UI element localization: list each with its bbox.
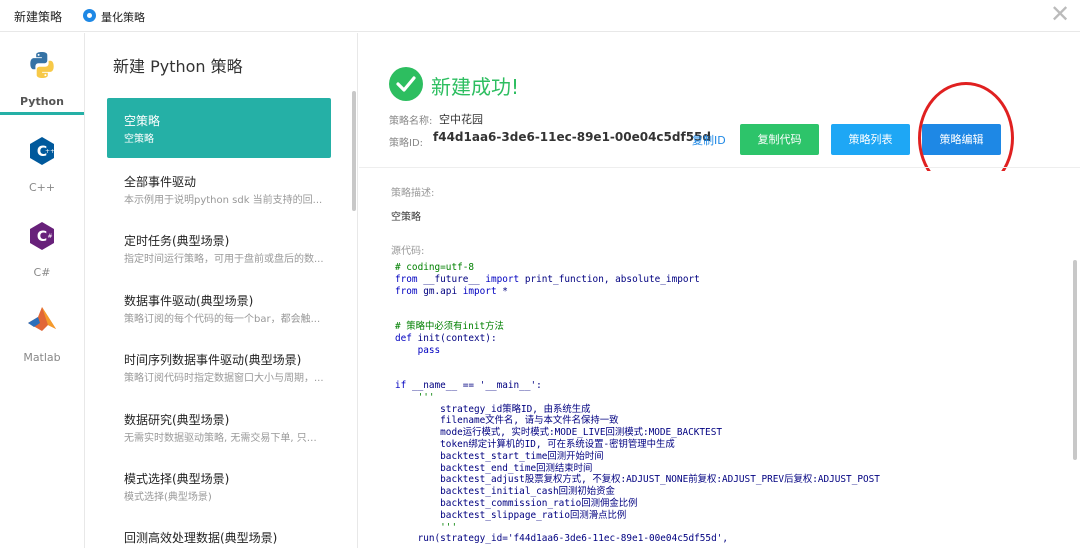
code-line: backtest_end_time回测结束时间 bbox=[395, 462, 593, 474]
code-line: backtest_adjust股票复权方式, 不复权:ADJUST_NONE前复… bbox=[395, 474, 880, 486]
python-icon bbox=[26, 49, 58, 81]
active-lang-indicator bbox=[0, 112, 84, 115]
lang-label-csharp: C# bbox=[33, 266, 51, 279]
strategy-type-radio[interactable] bbox=[83, 9, 96, 22]
copy-id-link[interactable]: 复制ID bbox=[692, 132, 726, 148]
template-name: 时间序列数据事件驱动(典型场景) bbox=[124, 353, 302, 367]
lang-item-python[interactable]: Python bbox=[0, 33, 84, 115]
cpp-icon: C ++ bbox=[26, 135, 58, 167]
code-line: mode运行模式, 实时模式:MODE_LIVE回测模式:MODE_BACKTE… bbox=[395, 427, 722, 439]
lang-label-python: Python bbox=[20, 95, 64, 108]
strategy-name-label: 策略名称: bbox=[389, 116, 433, 127]
template-desc: 本示例用于说明python sdk 当前支持的回... bbox=[124, 195, 323, 206]
template-item[interactable]: 全部事件驱动 本示例用于说明python sdk 当前支持的回... bbox=[107, 159, 331, 219]
template-item[interactable]: 定时任务(典型场景) 指定时间运行策略，可用于盘前或盘后的数... bbox=[107, 218, 331, 278]
template-name: 数据研究(典型场景) bbox=[124, 413, 230, 427]
code-line: # coding=utf-8 bbox=[395, 262, 475, 273]
title-bar: 新建策略 量化策略 ✕ bbox=[0, 0, 1080, 32]
template-name: 空策略 bbox=[124, 114, 161, 128]
code-line: backtest_start_time回测开始时间 bbox=[395, 450, 604, 462]
template-name: 模式选择(典型场景) bbox=[124, 472, 230, 486]
list-scrollbar[interactable] bbox=[352, 91, 356, 211]
template-desc: 指定时间运行策略，可用于盘前或盘后的数... bbox=[124, 254, 324, 265]
description-value: 空策略 bbox=[391, 212, 421, 223]
template-desc: 策略订阅的每个代码的每一个bar，都会触... bbox=[124, 314, 321, 325]
source-code-label: 源代码: bbox=[391, 246, 425, 257]
code-line: from __future__ import print_function, a… bbox=[395, 273, 700, 285]
lang-label-matlab: Matlab bbox=[23, 351, 61, 364]
template-name: 定时任务(典型场景) bbox=[124, 234, 230, 248]
code-line: pass bbox=[417, 344, 441, 356]
lang-item-cpp[interactable]: C ++ C++ bbox=[0, 123, 84, 194]
svg-text:C: C bbox=[37, 229, 47, 245]
strategy-id-label: 策略ID: bbox=[389, 138, 424, 149]
template-item[interactable]: 空策略 空策略 bbox=[107, 98, 331, 158]
check-circle-icon bbox=[389, 67, 423, 101]
language-sidebar: Python C ++ C++ C # C# Matlab bbox=[0, 33, 85, 548]
template-name: 回测高效处理数据(典型场景) bbox=[124, 531, 278, 545]
code-line: if __name__ == '__main__': bbox=[395, 379, 542, 391]
code-line: ''' bbox=[395, 391, 435, 403]
strategy-detail: 策略描述: 空策略 源代码: # coding=utf-8 from __futu… bbox=[359, 171, 1076, 548]
code-line: backtest_initial_cash回测初始资金 bbox=[395, 486, 615, 498]
template-name: 全部事件驱动 bbox=[124, 175, 197, 189]
section-divider bbox=[359, 167, 1080, 168]
svg-text:#: # bbox=[47, 233, 52, 240]
template-item[interactable]: 数据事件驱动(典型场景) 策略订阅的每个代码的每一个bar，都会触... bbox=[107, 278, 331, 338]
description-label: 策略描述: bbox=[391, 188, 435, 199]
lang-item-csharp[interactable]: C # C# bbox=[0, 208, 84, 279]
source-code-block[interactable]: # coding=utf-8 from __future__ import pri… bbox=[395, 262, 1070, 552]
svg-text:++: ++ bbox=[45, 148, 55, 155]
template-desc: 模式选择(典型场景) bbox=[124, 492, 212, 503]
strategy-type-label[interactable]: 量化策略 bbox=[101, 9, 145, 25]
result-panel: 新建成功! 策略名称: 空中花园 策略ID: f44d1aa6-3de6-11e… bbox=[359, 33, 1080, 548]
code-line: strategy_id策略ID, 由系统生成 bbox=[395, 403, 591, 415]
success-message: 新建成功! bbox=[431, 75, 520, 99]
code-line: ''' bbox=[395, 521, 458, 533]
code-line: backtest_commission_ratio回测佣金比例 bbox=[395, 497, 638, 509]
main-scrollbar[interactable] bbox=[1073, 260, 1077, 460]
template-desc: 空策略 bbox=[124, 134, 154, 145]
strategy-id-value: f44d1aa6-3de6-11ec-89e1-00e04c5df55d bbox=[433, 130, 711, 144]
code-line: from gm.api import * bbox=[395, 285, 508, 297]
list-title: 新建 Python 策略 bbox=[113, 57, 243, 76]
code-line: backtest_slippage_ratio回测滑点比例 bbox=[395, 509, 627, 521]
close-icon[interactable]: ✕ bbox=[1048, 2, 1072, 26]
code-line: run(strategy_id='f44d1aa6-3de6-11ec-89e1… bbox=[395, 533, 729, 545]
strategy-name-value: 空中花园 bbox=[439, 113, 483, 126]
code-line: def init(context): bbox=[395, 332, 497, 344]
code-line: token绑定计算机的ID, 可在系统设置-密钥管理中生成 bbox=[395, 438, 675, 450]
window-title: 新建策略 bbox=[14, 10, 63, 24]
template-desc: 策略订阅代码时指定数据窗口大小与周期，... bbox=[124, 373, 324, 384]
template-item[interactable]: 模式选择(典型场景) 模式选择(典型场景) bbox=[107, 456, 331, 516]
template-name: 数据事件驱动(典型场景) bbox=[124, 294, 254, 308]
lang-item-matlab[interactable]: Matlab bbox=[0, 293, 84, 364]
template-item[interactable]: 回测高效处理数据(典型场景) bbox=[107, 515, 331, 548]
template-item[interactable]: 数据研究(典型场景) 无需实时数据驱动策略, 无需交易下单, 只是... bbox=[107, 397, 331, 457]
csharp-icon: C # bbox=[26, 220, 58, 252]
matlab-icon bbox=[26, 303, 58, 335]
template-item[interactable]: 时间序列数据事件驱动(典型场景) 策略订阅代码时指定数据窗口大小与周期，... bbox=[107, 337, 331, 397]
code-line: filename文件名, 请与本文件名保持一致 bbox=[395, 415, 619, 427]
lang-label-cpp: C++ bbox=[28, 181, 56, 194]
strategy-list-button[interactable]: 策略列表 bbox=[831, 124, 910, 155]
code-line: # 策略中必须有init方法 bbox=[395, 320, 504, 332]
strategy-template-list: 新建 Python 策略 空策略 空策略 全部事件驱动 本示例用于说明pytho… bbox=[86, 33, 358, 548]
template-desc: 无需实时数据驱动策略, 无需交易下单, 只是... bbox=[124, 433, 324, 444]
copy-code-button[interactable]: 复制代码 bbox=[740, 124, 819, 155]
